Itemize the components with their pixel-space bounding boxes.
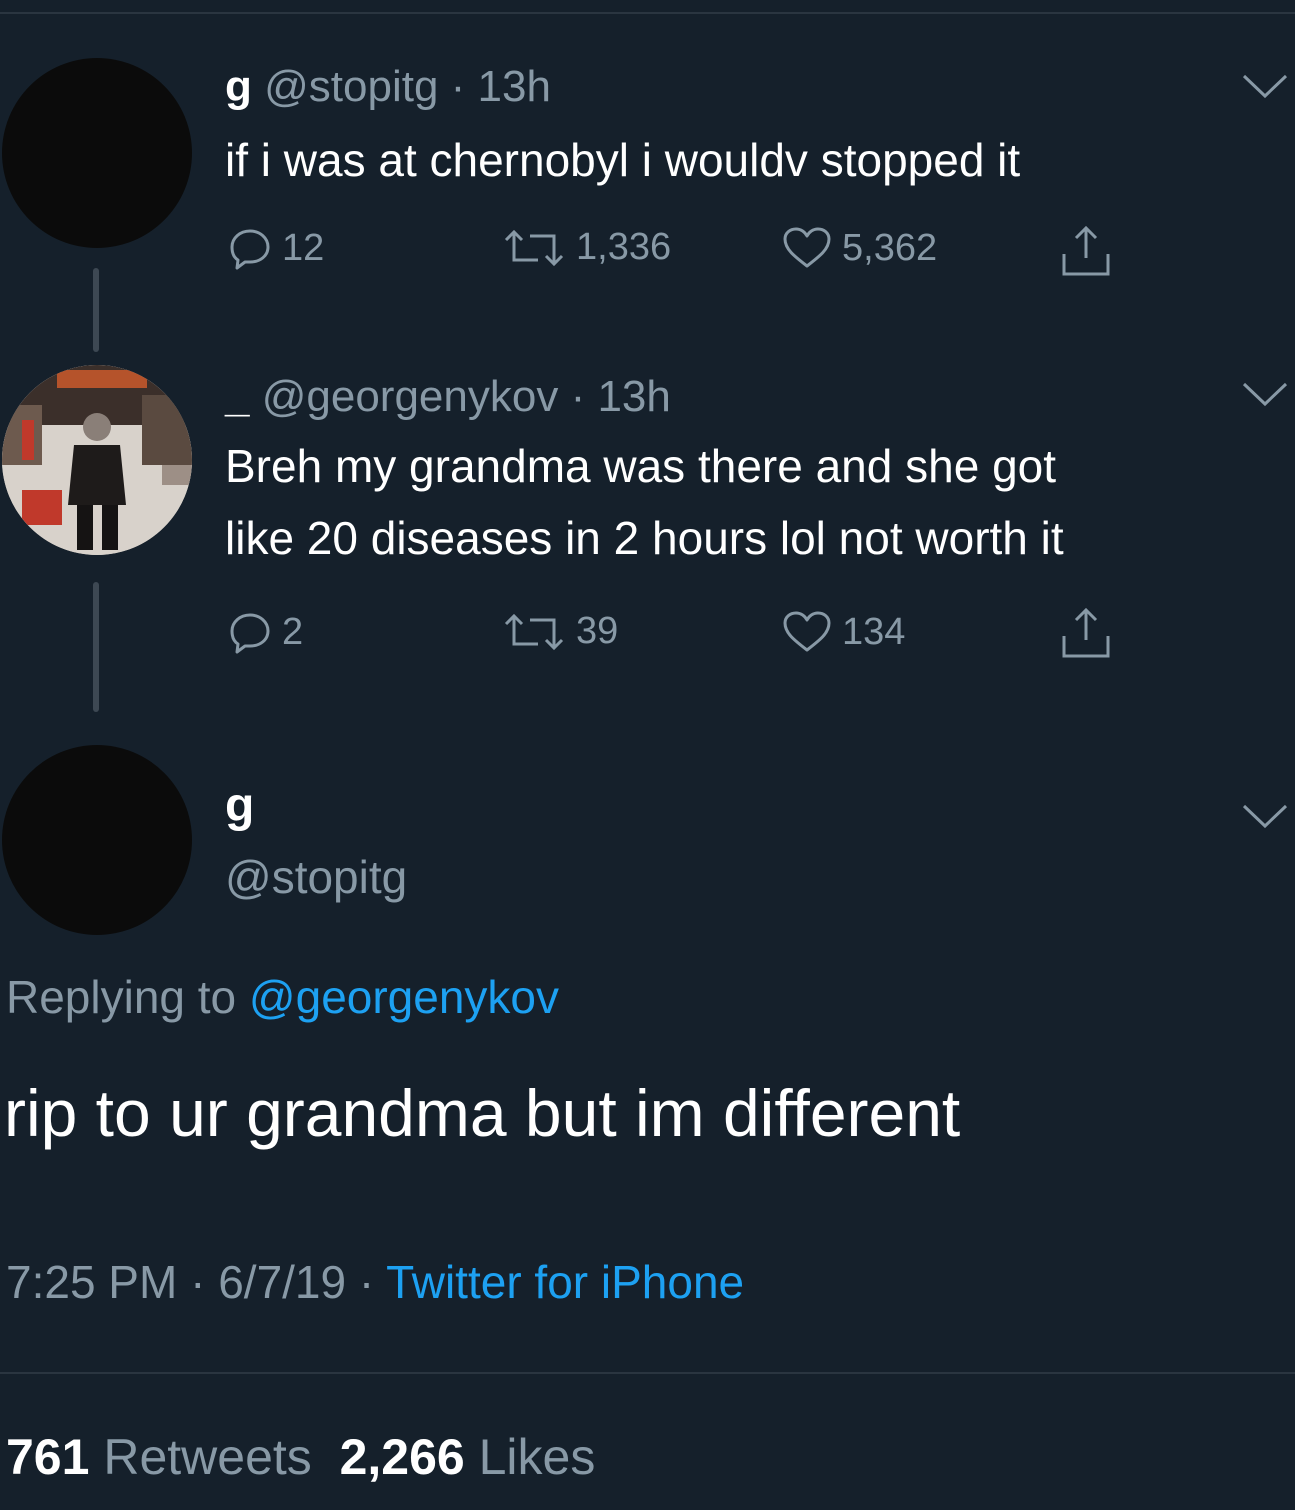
divider [0, 1372, 1295, 1374]
tweet-time[interactable]: 7:25 PM [6, 1256, 177, 1308]
likes-stat[interactable]: 2,266 Likes [340, 1429, 596, 1485]
chevron-down-icon[interactable] [1240, 70, 1290, 100]
avatar-photo-image [2, 365, 192, 555]
thread-line [93, 268, 99, 352]
separator-dot: · [177, 1256, 219, 1308]
retweets-label: Retweets [103, 1429, 312, 1485]
tweet-time[interactable]: 13h [478, 62, 551, 111]
like-count: 134 [842, 610, 906, 653]
share-icon [1062, 225, 1110, 276]
separator-dot: · [346, 1256, 387, 1308]
replying-label: Replying to [6, 971, 237, 1023]
chevron-down-icon[interactable] [1240, 800, 1290, 830]
separator-dot: · [438, 62, 478, 111]
share-icon [1062, 607, 1110, 658]
retweet-count: 39 [576, 610, 619, 652]
reply-count: 2 [282, 610, 304, 653]
tweet-header: _ @georgenykov · 13h [225, 372, 671, 422]
handle[interactable]: @stopitg [264, 62, 438, 111]
tweet-text: if i was at chernobyl i wouldv stopped i… [225, 134, 1021, 186]
replying-to: Replying to @georgenykov [6, 970, 559, 1024]
handle[interactable]: @stopitg [225, 850, 407, 904]
retweet-button[interactable]: 39 [502, 610, 618, 653]
mention-link[interactable]: @georgenykov [249, 971, 559, 1023]
separator-dot: · [558, 372, 598, 421]
retweets-stat[interactable]: 761 Retweets [6, 1429, 312, 1485]
share-button[interactable] [1058, 606, 1114, 660]
reply-icon [230, 613, 270, 654]
tweet-header: g @stopitg · 13h [225, 62, 551, 112]
avatar[interactable] [2, 745, 192, 935]
tweet-date[interactable]: 6/7/19 [218, 1256, 346, 1308]
display-name[interactable]: _ [225, 372, 249, 421]
like-button[interactable]: 134 [782, 610, 905, 654]
tweet-text-line: like 20 diseases in 2 hours lol not wort… [225, 512, 1064, 564]
reply-count: 12 [282, 226, 325, 269]
like-total: 2,266 [339, 1429, 465, 1485]
retweet-icon [504, 229, 564, 266]
like-button[interactable]: 5,362 [782, 226, 937, 270]
reply-button[interactable]: 2 [228, 610, 303, 654]
tweet-text: rip to ur grandma but im different [4, 1076, 961, 1150]
retweet-icon [504, 613, 564, 650]
avatar[interactable] [2, 58, 192, 248]
tweet-timestamp: 7:25 PM · 6/7/19 · Twitter for iPhone [6, 1255, 744, 1309]
avatar[interactable] [2, 365, 192, 555]
display-name[interactable]: g [225, 778, 254, 833]
thread-line [93, 582, 99, 712]
engagement-stats: 761 Retweets 2,266 Likes [6, 1428, 595, 1486]
chevron-down-icon[interactable] [1240, 378, 1290, 408]
retweet-count: 1,336 [576, 226, 672, 268]
like-count: 5,362 [842, 226, 938, 269]
tweet-text: Breh my grandma was there and she got li… [225, 430, 1064, 574]
retweet-button[interactable]: 1,336 [502, 226, 671, 269]
tweet-time[interactable]: 13h [597, 372, 670, 421]
tweet-text-line: Breh my grandma was there and she got [225, 440, 1057, 492]
likes-label: Likes [478, 1429, 596, 1485]
display-name[interactable]: g [225, 62, 252, 111]
heart-icon [783, 227, 831, 268]
share-button[interactable] [1058, 224, 1114, 278]
reply-button[interactable]: 12 [228, 226, 324, 270]
heart-icon [783, 611, 831, 652]
handle[interactable]: @georgenykov [262, 372, 559, 421]
reply-icon [230, 229, 270, 270]
tweet-source-link[interactable]: Twitter for iPhone [386, 1256, 744, 1308]
retweet-total: 761 [6, 1429, 90, 1485]
top-divider [0, 12, 1295, 14]
